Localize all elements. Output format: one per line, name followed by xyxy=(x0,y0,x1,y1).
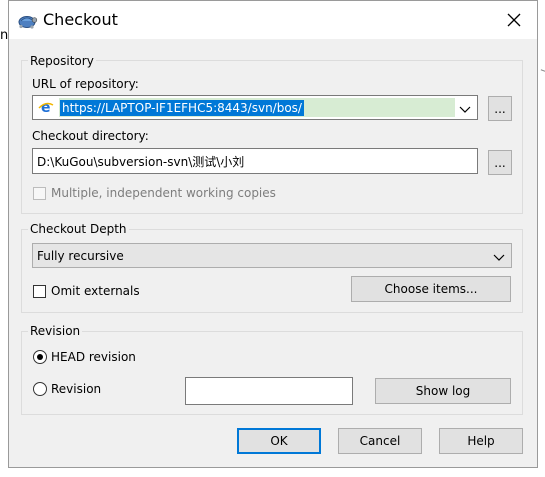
revision-input[interactable] xyxy=(185,377,353,405)
url-browse-button[interactable]: ... xyxy=(488,96,512,121)
checkout-directory-label: Checkout directory: xyxy=(32,129,149,143)
checkout-directory-value: D:\KuGou\subversion-svn\测试\小刘 xyxy=(37,155,245,169)
close-icon xyxy=(507,13,521,27)
head-revision-radio[interactable] xyxy=(33,350,47,364)
revision-radio[interactable] xyxy=(33,382,47,396)
url-label: URL of repository: xyxy=(32,77,139,91)
checkout-depth-group-label: Checkout Depth xyxy=(28,222,129,236)
directory-browse-button[interactable]: ... xyxy=(488,150,512,175)
depth-select-value: Fully recursive xyxy=(37,249,124,263)
title-bar[interactable]: Checkout xyxy=(9,1,537,39)
multiple-copies-label: Multiple, independent working copies xyxy=(51,186,276,200)
checkout-directory-input[interactable]: D:\KuGou\subversion-svn\测试\小刘 xyxy=(32,148,478,174)
omit-externals-checkbox[interactable] xyxy=(33,285,46,298)
dialog-title: Checkout xyxy=(43,10,118,29)
omit-externals-label: Omit externals xyxy=(51,284,140,298)
ok-button[interactable]: OK xyxy=(237,428,321,454)
checkout-dialog: Checkout Repository URL of repository: e… xyxy=(8,0,538,468)
tortoise-icon xyxy=(16,9,38,31)
head-revision-label: HEAD revision xyxy=(51,350,136,364)
depth-select[interactable]: Fully recursive xyxy=(32,243,512,268)
help-button[interactable]: Help xyxy=(439,428,523,454)
choose-items-button[interactable]: Choose items... xyxy=(351,276,511,302)
revision-group-label: Revision xyxy=(28,324,83,338)
url-combobox[interactable]: e https://LAPTOP-IF1EFHC5:8443/svn/bos/ xyxy=(32,95,478,120)
chevron-down-icon[interactable] xyxy=(459,103,471,117)
close-button[interactable] xyxy=(491,1,537,39)
revision-label: Revision xyxy=(51,382,102,396)
url-input[interactable]: https://LAPTOP-IF1EFHC5:8443/svn/bos/ xyxy=(60,100,304,116)
repository-group-label: Repository xyxy=(28,54,96,68)
ie-icon: e xyxy=(38,99,54,116)
cancel-button[interactable]: Cancel xyxy=(338,428,422,454)
multiple-copies-checkbox[interactable] xyxy=(33,187,46,200)
chevron-down-icon[interactable] xyxy=(493,251,505,265)
svg-text:e: e xyxy=(41,100,51,115)
show-log-button[interactable]: Show log xyxy=(375,378,511,404)
